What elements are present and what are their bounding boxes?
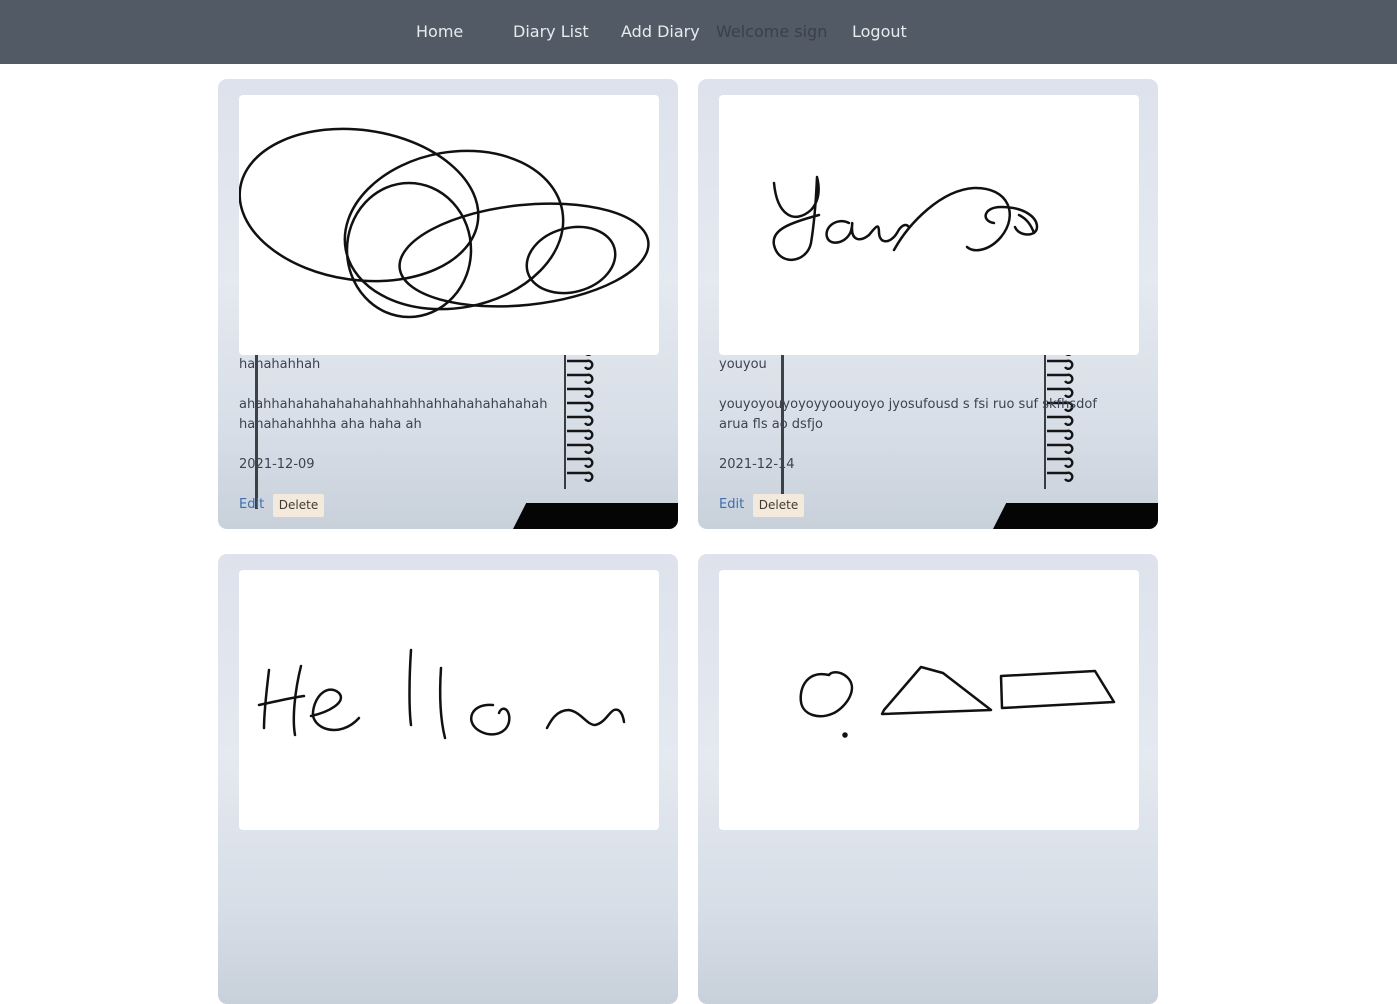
nav-logout-link[interactable]: Logout: [852, 20, 907, 44]
diary-card: [698, 554, 1158, 1004]
diary-card: [218, 554, 678, 1004]
delete-button[interactable]: Delete: [753, 494, 804, 517]
entry-title: hahahahhah: [239, 357, 321, 372]
edit-link[interactable]: Edit: [719, 495, 744, 515]
drawing-canvas: [719, 95, 1139, 355]
nav-diary-list-link[interactable]: Diary List: [513, 20, 589, 44]
top-navbar: Home Diary List Add Diary Welcome sign L…: [0, 0, 1397, 64]
edit-link[interactable]: Edit: [239, 495, 264, 515]
drawing-canvas: [719, 570, 1139, 830]
welcome-text: Welcome sign: [716, 22, 828, 41]
diary-card: youyou youyoyouyoyoyyoouyoyo jyosufousd …: [698, 79, 1158, 529]
sketch-image: [239, 127, 650, 319]
entry-body: ahahhahahahahahahahhahhahhahahahahahah h…: [239, 397, 548, 432]
sketch-image: [799, 665, 1116, 738]
drawing-canvas: [239, 95, 659, 355]
drawing-canvas: [239, 570, 659, 830]
delete-button[interactable]: Delete: [273, 494, 324, 517]
entry-date: 2021-12-09: [239, 457, 315, 472]
sketch-image: [772, 175, 1039, 262]
entry-body: youyoyouyoyoyyoouyoyo jyosufousd s fsi r…: [719, 397, 1097, 432]
entry-title: youyou: [719, 357, 767, 372]
notebook-shadow: [513, 503, 678, 529]
notebook-shadow: [993, 503, 1158, 529]
diary-card: hahahahhah ahahhahahahahahahahhahhahhaha…: [218, 79, 678, 529]
nav-add-diary-link[interactable]: Add Diary: [621, 20, 700, 44]
entry-date: 2021-12-14: [719, 457, 795, 472]
sketch-image: [257, 648, 626, 740]
nav-home-link[interactable]: Home: [416, 20, 463, 44]
